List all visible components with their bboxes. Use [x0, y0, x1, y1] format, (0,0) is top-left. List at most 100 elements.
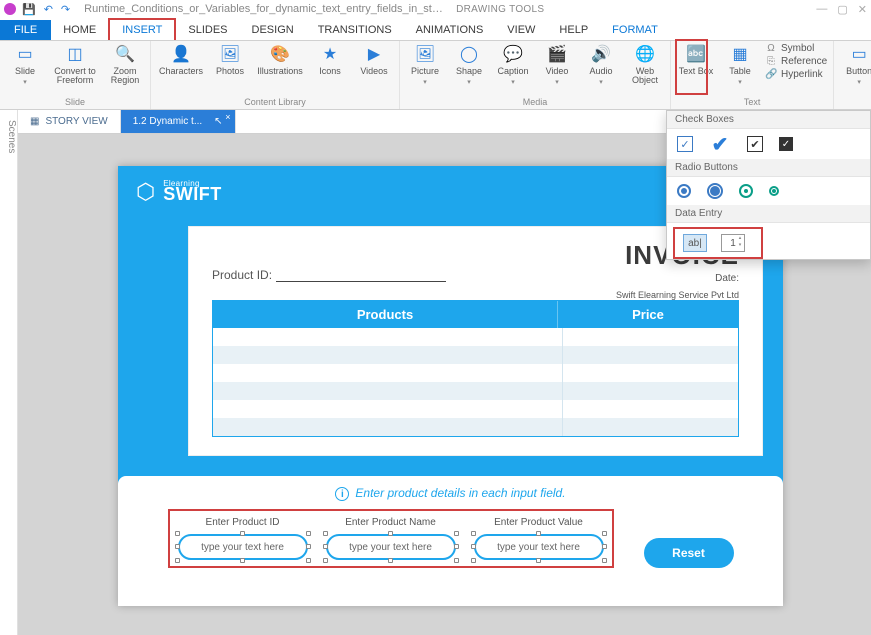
label-product-name: Enter Product Name — [345, 517, 436, 528]
tab-slides[interactable]: SLIDES — [176, 20, 239, 40]
text-entry-product-name[interactable]: type your text here — [326, 534, 456, 560]
invoice-table: ProductsPrice — [212, 300, 739, 437]
redo-icon[interactable]: ↷ — [61, 3, 70, 16]
icons-icon: ★ — [319, 43, 341, 65]
checkbox-style-2[interactable]: ✔ — [709, 135, 731, 153]
radio-style-1[interactable] — [677, 184, 691, 198]
reference-button[interactable]: ⎘Reference — [765, 56, 827, 67]
quick-access-toolbar: 💾 ↶ ↷ — [22, 3, 70, 16]
tab-file[interactable]: FILE — [0, 20, 51, 40]
illustrations-button[interactable]: 🎨Illustrations — [255, 43, 305, 76]
checkbox-style-1[interactable]: ✓ — [677, 136, 693, 152]
story-view-tab[interactable]: ▦STORY VIEW — [18, 110, 121, 133]
minimize-icon[interactable]: — — [816, 3, 827, 16]
tab-insert[interactable]: INSERT — [108, 18, 176, 40]
placeholder-text: type your text here — [201, 542, 284, 553]
slide-tab-active[interactable]: 1.2 Dynamic t...↖× — [121, 110, 236, 133]
title-bar: 💾 ↶ ↷ Runtime_Conditions_or_Variables_fo… — [0, 0, 871, 18]
zoom-region-button[interactable]: 🔍Zoom Region — [106, 43, 144, 85]
product-id-line — [276, 281, 446, 282]
input-fields-highlight: Enter Product ID type your text here Ent… — [168, 509, 614, 568]
shape-button[interactable]: ◯Shape▾ — [450, 43, 488, 86]
radio-style-3[interactable] — [739, 184, 753, 198]
videos-icon: ▶ — [363, 43, 385, 65]
placeholder-text: type your text here — [497, 542, 580, 553]
video-button[interactable]: 🎬Video▾ — [538, 43, 576, 86]
video-icon: 🎬 — [546, 43, 568, 65]
close-tab-icon[interactable]: × — [225, 112, 230, 122]
group-slide-label: Slide — [65, 97, 85, 107]
characters-button[interactable]: 👤Characters — [157, 43, 205, 76]
textbox-icon: 🔤 — [685, 43, 707, 65]
photos-button[interactable]: 🖼Photos — [211, 43, 249, 76]
gallery-radios-title: Radio Buttons — [667, 159, 870, 177]
tab-view[interactable]: VIEW — [495, 20, 547, 40]
story-view-icon: ▦ — [30, 116, 39, 127]
table-row — [213, 400, 738, 418]
table-row — [213, 346, 738, 364]
tab-help[interactable]: HELP — [547, 20, 600, 40]
button-control-button[interactable]: ▭Button▾ — [840, 43, 871, 86]
table-row — [213, 328, 738, 346]
tab-format[interactable]: FORMAT — [600, 20, 670, 40]
app-icon — [4, 3, 16, 15]
text-entry-product-id[interactable]: type your text here — [178, 534, 308, 560]
group-text-label: Text — [744, 97, 761, 107]
icons-button[interactable]: ★Icons — [311, 43, 349, 76]
radio-style-4[interactable] — [769, 186, 779, 196]
slide-icon: ▭ — [14, 43, 36, 65]
save-icon[interactable]: 💾 — [22, 3, 36, 16]
text-entry-option[interactable]: ab| — [683, 234, 707, 252]
hyperlink-icon: 🔗 — [765, 69, 777, 80]
undo-icon[interactable]: ↶ — [44, 3, 53, 16]
zoom-icon: 🔍 — [114, 43, 136, 65]
cursor-icon: ↖ — [214, 116, 222, 127]
checkbox-style-3[interactable]: ✔ — [747, 136, 763, 152]
hyperlink-button[interactable]: 🔗Hyperlink — [765, 69, 827, 80]
info-icon: i — [335, 487, 349, 501]
button-icon: ▭ — [848, 43, 870, 65]
canvas-area[interactable]: ▦STORY VIEW 1.2 Dynamic t...↖× ⬡ Elearni… — [18, 110, 871, 635]
close-icon[interactable]: ✕ — [858, 3, 867, 16]
invoice-title: INVOICE — [212, 240, 739, 271]
gallery-data-entry-title: Data Entry — [667, 205, 870, 223]
audio-icon: 🔊 — [590, 43, 612, 65]
gallery-checks-title: Check Boxes — [667, 111, 870, 129]
table-row — [213, 364, 738, 382]
text-box-button[interactable]: 🔤Text Box — [677, 43, 715, 76]
text-entry-product-value[interactable]: type your text here — [474, 534, 604, 560]
ribbon: ▭Slide▾ ◫Convert to Freeform 🔍Zoom Regio… — [0, 40, 871, 110]
videos-button[interactable]: ▶Videos — [355, 43, 393, 76]
reset-button[interactable]: Reset — [644, 538, 734, 568]
contextual-tab-label: DRAWING TOOLS — [456, 4, 544, 15]
tab-design[interactable]: DESIGN — [240, 20, 306, 40]
photos-icon: 🖼 — [219, 43, 241, 65]
picture-icon: 🖼 — [414, 43, 436, 65]
tab-animations[interactable]: ANIMATIONS — [404, 20, 496, 40]
picture-button[interactable]: 🖼Picture▾ — [406, 43, 444, 86]
restore-icon[interactable]: ▢ — [837, 3, 847, 16]
characters-icon: 👤 — [170, 43, 192, 65]
web-object-button[interactable]: 🌐Web Object — [626, 43, 664, 85]
symbol-icon: Ω — [765, 43, 777, 54]
prompt-text: iEnter product details in each input fie… — [148, 486, 753, 501]
tab-transitions[interactable]: TRANSITIONS — [306, 20, 404, 40]
radio-style-2[interactable] — [707, 183, 723, 199]
caption-button[interactable]: 💬Caption▾ — [494, 43, 532, 86]
convert-freeform-button[interactable]: ◫Convert to Freeform — [50, 43, 100, 85]
audio-button[interactable]: 🔊Audio▾ — [582, 43, 620, 86]
invoice-panel: INVOICE Date: Swift Elearning Service Pv… — [188, 226, 763, 456]
scenes-rail[interactable]: Scenes — [0, 110, 18, 635]
tab-home[interactable]: HOME — [51, 20, 108, 40]
checkbox-style-4[interactable]: ✓ — [779, 137, 793, 151]
label-product-value: Enter Product Value — [494, 517, 583, 528]
illustrations-icon: 🎨 — [269, 43, 291, 65]
window-controls: — ▢ ✕ — [816, 3, 867, 16]
invoice-company: Swift Elearning Service Pvt Ltd — [212, 290, 739, 300]
swift-logo-icon: ⬡ — [136, 179, 155, 205]
new-slide-button[interactable]: ▭Slide▾ — [6, 43, 44, 86]
symbol-button[interactable]: ΩSymbol — [765, 43, 827, 54]
numeric-entry-option[interactable]: 1▴▾ — [721, 234, 745, 252]
brand-text: ElearningSWIFT — [163, 179, 222, 205]
table-button[interactable]: ▦Table▾ — [721, 43, 759, 86]
